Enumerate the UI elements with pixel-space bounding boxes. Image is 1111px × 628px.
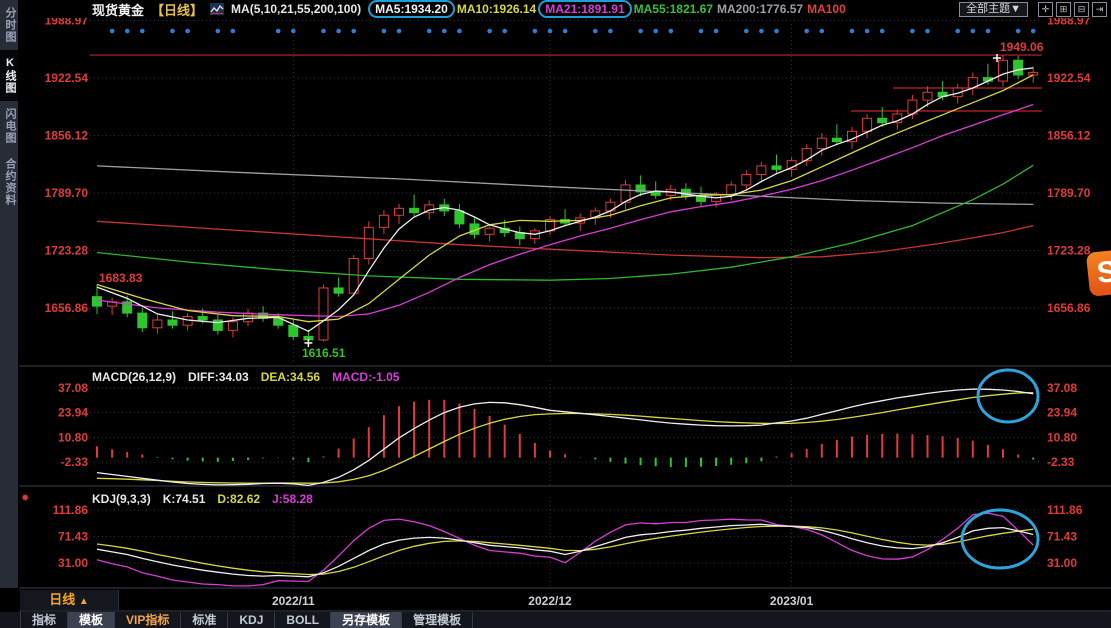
- tab-4[interactable]: KDJ: [228, 612, 275, 628]
- s-widget-label: S: [1095, 255, 1111, 290]
- grid-layout-icon[interactable]: ⊞: [1056, 2, 1071, 17]
- svg-text:1723.28: 1723.28: [45, 244, 89, 258]
- header-icon-group: ✛⊞⊟⇥: [1035, 1, 1107, 17]
- mini-chart-icon[interactable]: [210, 3, 224, 15]
- tab-0[interactable]: 指标: [20, 612, 68, 628]
- macd-header: MACD(26,12,9) DIFF:34.03 DEA:34.56 MACD:…: [92, 370, 399, 384]
- tab-5[interactable]: BOLL: [275, 612, 331, 628]
- svg-text:1656.86: 1656.86: [1047, 301, 1091, 315]
- chart-type-sidebar: 分时图K线图闪电图合约资料: [0, 0, 18, 588]
- svg-text:1856.12: 1856.12: [1047, 129, 1091, 143]
- svg-text:23.94: 23.94: [1047, 406, 1077, 420]
- svg-text:31.00: 31.00: [58, 556, 88, 570]
- chart-canvas[interactable]: 1988.971988.971922.541922.541856.121856.…: [0, 0, 1111, 628]
- floating-s-widget[interactable]: S: [1086, 249, 1111, 297]
- period-button[interactable]: 日线 ▲: [20, 590, 119, 610]
- svg-text:2022/11: 2022/11: [272, 594, 315, 608]
- svg-text:23.94: 23.94: [58, 406, 88, 420]
- sidebar-item-2[interactable]: 闪电图: [0, 101, 18, 151]
- svg-text:1789.70: 1789.70: [1047, 186, 1091, 200]
- chevron-up-icon: ▲: [79, 596, 89, 607]
- pan-tool-icon[interactable]: ✛: [1038, 2, 1053, 17]
- kdj-header: KDJ(9,3,3) K:74.51 D:82.62 J:58.28: [92, 492, 313, 506]
- macd-dea-value: DEA:34.56: [261, 370, 320, 384]
- ma-formula: MA(5,10,21,55,200,100): [231, 2, 361, 16]
- svg-text:71.43: 71.43: [58, 530, 88, 544]
- svg-text:1723.28: 1723.28: [1047, 244, 1091, 258]
- svg-text:2022/12: 2022/12: [528, 594, 572, 608]
- svg-text:10.80: 10.80: [1047, 430, 1077, 444]
- ma-value-4: MA200:1776.57: [715, 2, 805, 16]
- svg-text:-2.33: -2.33: [61, 455, 89, 469]
- sidebar-item-3[interactable]: 合约资料: [0, 151, 18, 213]
- collapse-right-icon[interactable]: ⇥: [1092, 2, 1107, 17]
- svg-text:10.80: 10.80: [58, 430, 88, 444]
- tab-1[interactable]: 模板: [68, 612, 115, 628]
- kdj-d-value: D:82.62: [217, 492, 260, 506]
- svg-text:37.08: 37.08: [1047, 381, 1077, 395]
- kdj-panel-settings-icon[interactable]: ✹: [21, 493, 29, 504]
- tab-7[interactable]: 管理模板: [402, 612, 473, 628]
- svg-text:1616.51: 1616.51: [302, 346, 346, 360]
- ma-value-0: MA5:1934.20: [368, 0, 455, 18]
- trading-app-window: 1988.971988.971922.541922.541856.121856.…: [0, 0, 1111, 628]
- macd-params: MACD(26,12,9): [92, 370, 176, 384]
- ma-value-2: MA21:1891.91: [538, 0, 631, 18]
- indicator-tabbar: 指标模板VIP指标标准KDJBOLL另存模板管理模板: [0, 612, 1111, 628]
- svg-text:1656.86: 1656.86: [45, 301, 89, 315]
- svg-text:-2.33: -2.33: [1047, 455, 1075, 469]
- tab-6[interactable]: 另存模板: [331, 612, 402, 628]
- svg-text:37.08: 37.08: [58, 381, 88, 395]
- ma-value-5: MA100: [805, 2, 848, 16]
- split-pane-icon[interactable]: ⊟: [1074, 2, 1089, 17]
- svg-text:2023/01: 2023/01: [770, 594, 814, 608]
- svg-text:31.00: 31.00: [1047, 556, 1077, 570]
- tab-3[interactable]: 标准: [181, 612, 228, 628]
- period-button-label: 日线: [49, 592, 75, 607]
- instrument-name: 现货黄金: [92, 0, 144, 19]
- ma-values-row: MA5:1934.20MA10:1926.14MA21:1891.91MA55:…: [368, 2, 848, 16]
- ma-value-3: MA55:1821.67: [632, 2, 715, 16]
- chart-header: 现货黄金 【日线】 MA(5,10,21,55,200,100) MA5:193…: [18, 0, 1111, 18]
- macd-hist-value: MACD:-1.05: [332, 370, 399, 384]
- tab-2[interactable]: VIP指标: [115, 612, 181, 628]
- theme-dropdown[interactable]: 全部主题▼: [959, 2, 1028, 17]
- macd-diff-value: DIFF:34.03: [188, 370, 249, 384]
- svg-text:1683.83: 1683.83: [99, 271, 143, 285]
- sidebar-item-1[interactable]: K线图: [0, 50, 18, 101]
- svg-text:111.86: 111.86: [1047, 503, 1083, 517]
- svg-text:1922.54: 1922.54: [1047, 71, 1091, 85]
- svg-text:1922.54: 1922.54: [45, 71, 89, 85]
- svg-text:1789.70: 1789.70: [45, 186, 89, 200]
- ma-value-1: MA10:1926.14: [455, 2, 538, 16]
- kdj-params: KDJ(9,3,3): [92, 492, 151, 506]
- svg-text:1949.06: 1949.06: [1000, 40, 1044, 54]
- kdj-k-value: K:74.51: [163, 492, 206, 506]
- svg-text:71.43: 71.43: [1047, 530, 1077, 544]
- svg-text:111.86: 111.86: [53, 503, 89, 517]
- svg-text:1856.12: 1856.12: [45, 129, 89, 143]
- period-tag: 【日线】: [151, 0, 203, 19]
- kdj-j-value: J:58.28: [272, 492, 313, 506]
- sidebar-item-0[interactable]: 分时图: [0, 0, 18, 50]
